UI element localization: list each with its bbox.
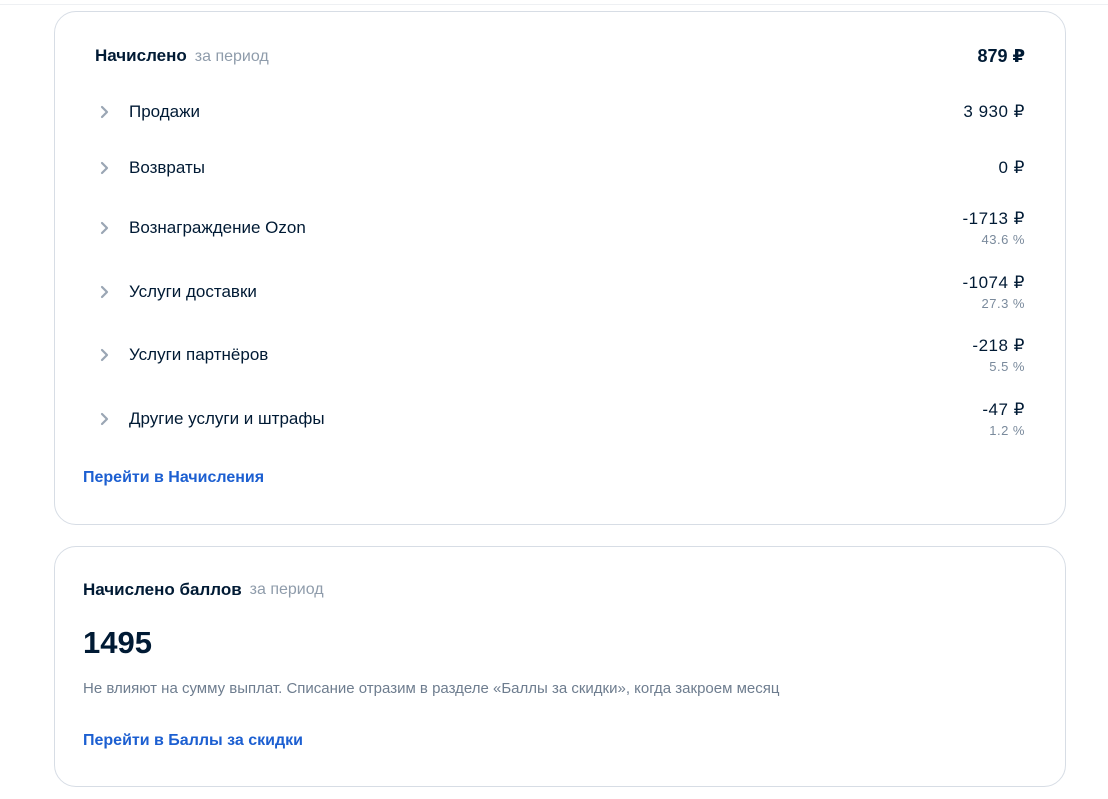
row-left: Возвраты xyxy=(95,158,205,178)
row-values: -1074 ₽ 27.3 % xyxy=(962,273,1025,311)
accrual-row-returns[interactable]: Возвраты 0 ₽ xyxy=(95,146,1025,190)
chevron-right-icon[interactable] xyxy=(95,345,115,365)
points-note: Не влияют на сумму выплат. Списание отра… xyxy=(83,680,780,697)
chevron-right-icon[interactable] xyxy=(95,102,115,122)
chevron-right-icon[interactable] xyxy=(95,282,115,302)
accrued-subtitle: за период xyxy=(194,48,269,65)
points-title: Начислено баллов xyxy=(83,580,242,599)
chevron-right-icon[interactable] xyxy=(95,218,115,238)
row-percent: 1.2 % xyxy=(989,423,1025,438)
row-amount: -218 ₽ xyxy=(972,336,1025,355)
accrued-title: Начислено xyxy=(95,46,187,65)
row-label: Возвраты xyxy=(129,158,205,177)
row-label: Услуги доставки xyxy=(129,282,257,301)
row-amount: -1713 ₽ xyxy=(962,209,1025,228)
go-to-accruals-link[interactable]: Перейти в Начисления xyxy=(83,469,264,487)
accrual-row-delivery[interactable]: Услуги доставки -1074 ₽ 27.3 % xyxy=(95,270,1025,314)
row-left: Услуги партнёров xyxy=(95,345,268,365)
accrual-row-sales[interactable]: Продажи 3 930 ₽ xyxy=(95,90,1025,134)
accrued-title-group: Начислено за период xyxy=(95,46,269,66)
row-values: -218 ₽ 5.5 % xyxy=(972,336,1025,374)
points-header: Начислено баллов за период xyxy=(83,580,324,600)
row-percent: 43.6 % xyxy=(981,232,1025,247)
points-value: 1495 xyxy=(83,625,152,660)
row-amount: 3 930 ₽ xyxy=(963,102,1025,121)
accrued-total: 879 ₽ xyxy=(977,45,1025,66)
accrual-row-other[interactable]: Другие услуги и штрафы -47 ₽ 1.2 % xyxy=(95,397,1025,441)
points-card: Начислено баллов за период 1495 Не влияют… xyxy=(54,546,1066,787)
row-percent: 27.3 % xyxy=(981,296,1025,311)
accrued-header: Начислено за период 879 ₽ xyxy=(95,44,1025,68)
row-values: 0 ₽ xyxy=(999,158,1026,178)
row-values: -1713 ₽ 43.6 % xyxy=(962,209,1025,247)
points-subtitle: за период xyxy=(249,581,324,598)
row-values: 3 930 ₽ xyxy=(963,102,1025,122)
row-label: Вознаграждение Ozon xyxy=(129,218,306,237)
row-left: Другие услуги и штрафы xyxy=(95,409,325,429)
row-left: Услуги доставки xyxy=(95,282,257,302)
top-divider xyxy=(0,0,1108,5)
go-to-discount-points-link[interactable]: Перейти в Баллы за скидки xyxy=(83,732,303,750)
row-left: Вознаграждение Ozon xyxy=(95,218,306,238)
row-label: Услуги партнёров xyxy=(129,345,269,364)
accrued-card: Начислено за период 879 ₽ Продажи 3 930 ₽… xyxy=(54,11,1066,525)
row-left: Продажи xyxy=(95,102,200,122)
row-amount: -47 ₽ xyxy=(982,400,1025,419)
chevron-right-icon[interactable] xyxy=(95,409,115,429)
row-percent: 5.5 % xyxy=(989,359,1025,374)
chevron-right-icon[interactable] xyxy=(95,158,115,178)
row-label: Продажи xyxy=(129,102,200,121)
row-label: Другие услуги и штрафы xyxy=(129,409,325,428)
row-amount: 0 ₽ xyxy=(998,158,1025,177)
accrual-row-partners[interactable]: Услуги партнёров -218 ₽ 5.5 % xyxy=(95,333,1025,377)
row-amount: -1074 ₽ xyxy=(962,273,1025,292)
accrual-row-ozon-fee[interactable]: Вознаграждение Ozon -1713 ₽ 43.6 % xyxy=(95,206,1025,250)
row-values: -47 ₽ 1.2 % xyxy=(982,400,1025,438)
